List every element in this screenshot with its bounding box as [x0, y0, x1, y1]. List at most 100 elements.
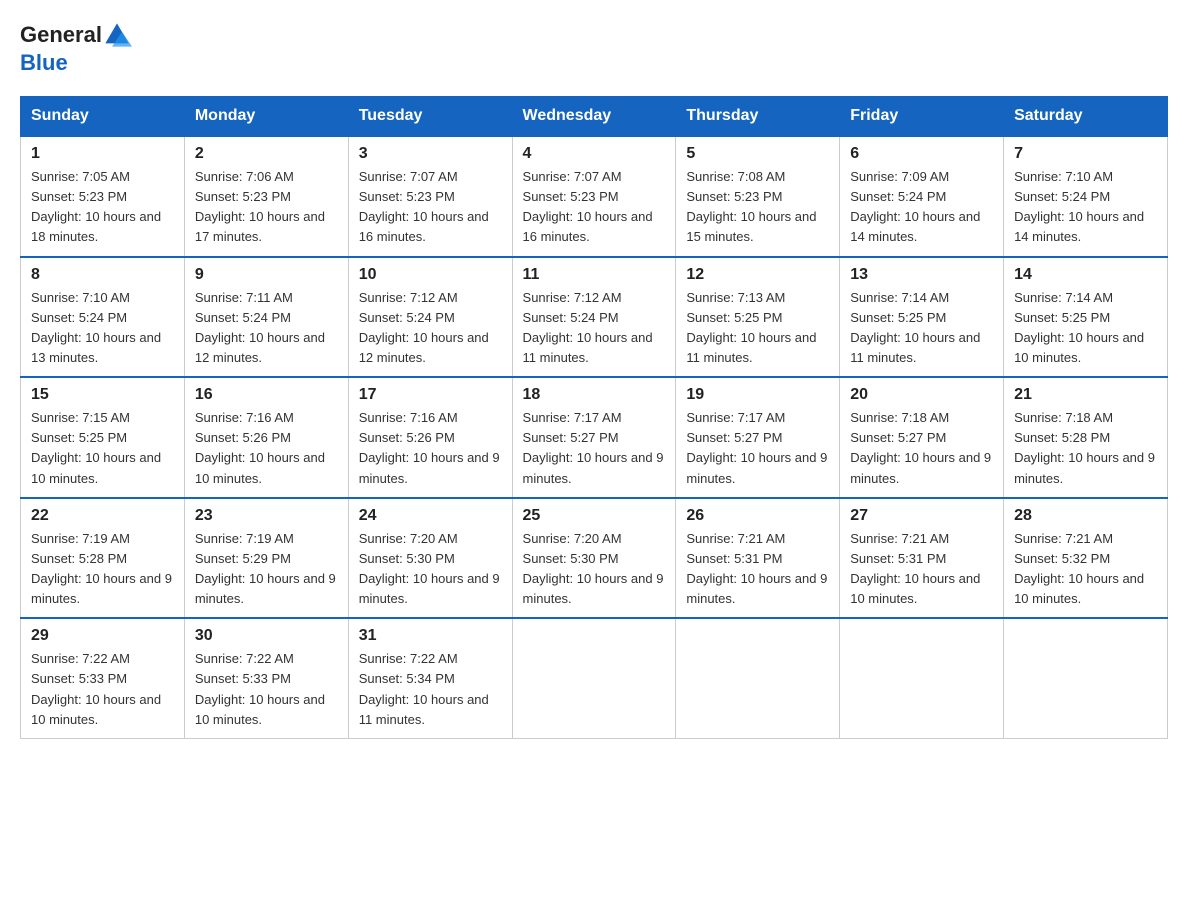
day-number: 12 [686, 266, 829, 284]
day-info: Sunrise: 7:08 AMSunset: 5:23 PMDaylight:… [686, 167, 829, 248]
day-info: Sunrise: 7:19 AMSunset: 5:29 PMDaylight:… [195, 529, 338, 610]
calendar-week-row: 29 Sunrise: 7:22 AMSunset: 5:33 PMDayligh… [21, 618, 1168, 738]
calendar-cell: 27Sunrise: 7:21 AMSunset: 5:31 PMDayligh… [840, 498, 1004, 619]
day-info: Sunrise: 7:21 AMSunset: 5:31 PMDaylight:… [686, 529, 829, 610]
day-info: Sunrise: 7:16 AMSunset: 5:26 PMDaylight:… [195, 408, 338, 489]
calendar-cell: 15 Sunrise: 7:15 AMSunset: 5:25 PMDayligh… [21, 377, 185, 498]
calendar-cell: 28 Sunrise: 7:21 AMSunset: 5:32 PMDayligh… [1004, 498, 1168, 619]
day-number: 21 [1014, 386, 1157, 404]
col-header-wednesday: Wednesday [512, 97, 676, 137]
day-number: 20 [850, 386, 993, 404]
logo-icon [102, 20, 132, 50]
calendar-cell: 16 Sunrise: 7:16 AMSunset: 5:26 PMDayligh… [184, 377, 348, 498]
day-info: Sunrise: 7:07 AMSunset: 5:23 PMDaylight:… [523, 167, 666, 248]
calendar-cell: 13 Sunrise: 7:14 AMSunset: 5:25 PMDayligh… [840, 257, 1004, 378]
day-info: Sunrise: 7:15 AMSunset: 5:25 PMDaylight:… [31, 408, 174, 489]
day-number: 29 [31, 627, 174, 645]
day-number: 18 [523, 386, 666, 404]
logo-general-text: General [20, 22, 102, 48]
calendar-cell: 18 Sunrise: 7:17 AMSunset: 5:27 PMDayligh… [512, 377, 676, 498]
col-header-friday: Friday [840, 97, 1004, 137]
day-number: 6 [850, 145, 993, 163]
calendar-cell [1004, 618, 1168, 738]
col-header-sunday: Sunday [21, 97, 185, 137]
calendar-cell: 24 Sunrise: 7:20 AMSunset: 5:30 PMDayligh… [348, 498, 512, 619]
day-number: 27 [850, 507, 993, 525]
day-number: 8 [31, 266, 174, 284]
day-info: Sunrise: 7:20 AMSunset: 5:30 PMDaylight:… [523, 529, 666, 610]
day-info: Sunrise: 7:05 AMSunset: 5:23 PMDaylight:… [31, 167, 174, 248]
calendar-cell: 5 Sunrise: 7:08 AMSunset: 5:23 PMDaylight… [676, 136, 840, 257]
calendar-week-row: 1 Sunrise: 7:05 AMSunset: 5:23 PMDaylight… [21, 136, 1168, 257]
day-info: Sunrise: 7:22 AMSunset: 5:34 PMDaylight:… [359, 649, 502, 730]
calendar-cell [676, 618, 840, 738]
day-number: 28 [1014, 507, 1157, 525]
day-info: Sunrise: 7:09 AMSunset: 5:24 PMDaylight:… [850, 167, 993, 248]
day-number: 19 [686, 386, 829, 404]
day-info: Sunrise: 7:16 AMSunset: 5:26 PMDaylight:… [359, 408, 502, 489]
day-number: 7 [1014, 145, 1157, 163]
day-info: Sunrise: 7:22 AMSunset: 5:33 PMDaylight:… [195, 649, 338, 730]
day-info: Sunrise: 7:07 AMSunset: 5:23 PMDaylight:… [359, 167, 502, 248]
calendar-cell: 29 Sunrise: 7:22 AMSunset: 5:33 PMDayligh… [21, 618, 185, 738]
calendar-cell: 4 Sunrise: 7:07 AMSunset: 5:23 PMDaylight… [512, 136, 676, 257]
day-number: 31 [359, 627, 502, 645]
day-info: Sunrise: 7:21 AMSunset: 5:32 PMDaylight:… [1014, 529, 1157, 610]
day-number: 26 [686, 507, 829, 525]
calendar-cell: 3 Sunrise: 7:07 AMSunset: 5:23 PMDaylight… [348, 136, 512, 257]
day-number: 4 [523, 145, 666, 163]
day-number: 1 [31, 145, 174, 163]
day-info: Sunrise: 7:18 AMSunset: 5:27 PMDaylight:… [850, 408, 993, 489]
calendar-cell: 20 Sunrise: 7:18 AMSunset: 5:27 PMDayligh… [840, 377, 1004, 498]
col-header-monday: Monday [184, 97, 348, 137]
day-info: Sunrise: 7:10 AMSunset: 5:24 PMDaylight:… [1014, 167, 1157, 248]
day-number: 5 [686, 145, 829, 163]
calendar-header-row: SundayMondayTuesdayWednesdayThursdayFrid… [21, 97, 1168, 137]
day-info: Sunrise: 7:18 AMSunset: 5:28 PMDaylight:… [1014, 408, 1157, 489]
day-number: 24 [359, 507, 502, 525]
calendar-cell: 8 Sunrise: 7:10 AMSunset: 5:24 PMDaylight… [21, 257, 185, 378]
day-info: Sunrise: 7:22 AMSunset: 5:33 PMDaylight:… [31, 649, 174, 730]
calendar-cell: 31 Sunrise: 7:22 AMSunset: 5:34 PMDayligh… [348, 618, 512, 738]
day-number: 25 [523, 507, 666, 525]
calendar-cell: 6 Sunrise: 7:09 AMSunset: 5:24 PMDaylight… [840, 136, 1004, 257]
day-info: Sunrise: 7:12 AMSunset: 5:24 PMDaylight:… [359, 288, 502, 369]
day-number: 10 [359, 266, 502, 284]
day-number: 2 [195, 145, 338, 163]
calendar-week-row: 15 Sunrise: 7:15 AMSunset: 5:25 PMDayligh… [21, 377, 1168, 498]
col-header-tuesday: Tuesday [348, 97, 512, 137]
day-number: 13 [850, 266, 993, 284]
logo-blue-text: Blue [20, 50, 68, 76]
page-header: General Blue [20, 20, 1168, 76]
day-number: 3 [359, 145, 502, 163]
calendar-cell: 1 Sunrise: 7:05 AMSunset: 5:23 PMDaylight… [21, 136, 185, 257]
day-number: 17 [359, 386, 502, 404]
day-number: 9 [195, 266, 338, 284]
day-info: Sunrise: 7:20 AMSunset: 5:30 PMDaylight:… [359, 529, 502, 610]
calendar-cell: 22Sunrise: 7:19 AMSunset: 5:28 PMDayligh… [21, 498, 185, 619]
calendar-cell: 7 Sunrise: 7:10 AMSunset: 5:24 PMDaylight… [1004, 136, 1168, 257]
day-number: 23 [195, 507, 338, 525]
day-info: Sunrise: 7:10 AMSunset: 5:24 PMDaylight:… [31, 288, 174, 369]
calendar-cell: 26 Sunrise: 7:21 AMSunset: 5:31 PMDayligh… [676, 498, 840, 619]
calendar-cell: 17 Sunrise: 7:16 AMSunset: 5:26 PMDayligh… [348, 377, 512, 498]
calendar-cell: 23 Sunrise: 7:19 AMSunset: 5:29 PMDayligh… [184, 498, 348, 619]
day-number: 15 [31, 386, 174, 404]
calendar-cell: 10 Sunrise: 7:12 AMSunset: 5:24 PMDayligh… [348, 257, 512, 378]
day-number: 11 [523, 266, 666, 284]
calendar-cell: 14Sunrise: 7:14 AMSunset: 5:25 PMDayligh… [1004, 257, 1168, 378]
col-header-thursday: Thursday [676, 97, 840, 137]
calendar-cell: 21 Sunrise: 7:18 AMSunset: 5:28 PMDayligh… [1004, 377, 1168, 498]
calendar-cell: 30 Sunrise: 7:22 AMSunset: 5:33 PMDayligh… [184, 618, 348, 738]
day-number: 22 [31, 507, 174, 525]
calendar-cell: 25 Sunrise: 7:20 AMSunset: 5:30 PMDayligh… [512, 498, 676, 619]
day-info: Sunrise: 7:17 AMSunset: 5:27 PMDaylight:… [523, 408, 666, 489]
day-info: Sunrise: 7:14 AMSunset: 5:25 PMDaylight:… [850, 288, 993, 369]
day-number: 16 [195, 386, 338, 404]
calendar-table: SundayMondayTuesdayWednesdayThursdayFrid… [20, 96, 1168, 739]
logo: General Blue [20, 20, 132, 76]
day-number: 30 [195, 627, 338, 645]
calendar-cell: 19Sunrise: 7:17 AMSunset: 5:27 PMDayligh… [676, 377, 840, 498]
calendar-cell: 12Sunrise: 7:13 AMSunset: 5:25 PMDayligh… [676, 257, 840, 378]
calendar-cell: 2Sunrise: 7:06 AMSunset: 5:23 PMDaylight… [184, 136, 348, 257]
